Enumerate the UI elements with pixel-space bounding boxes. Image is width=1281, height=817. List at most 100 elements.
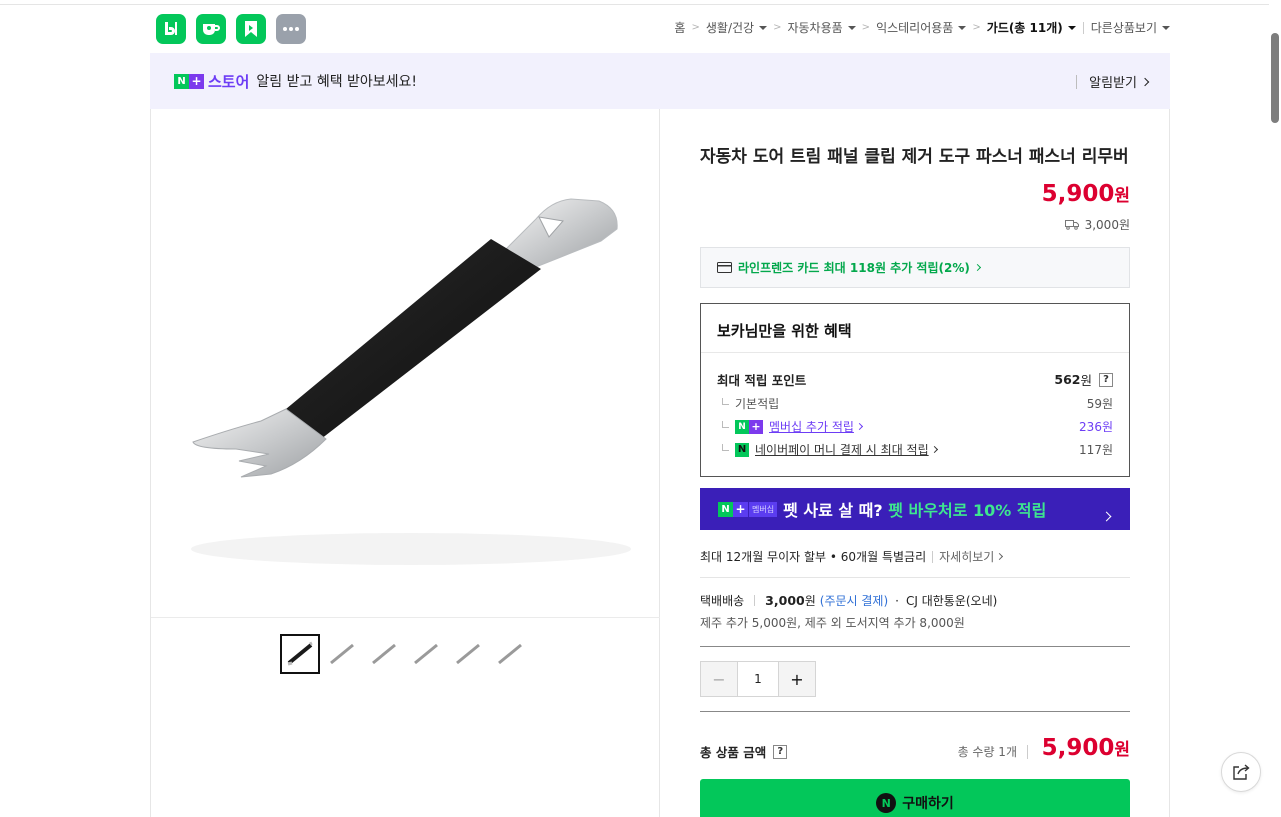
npay-points-link[interactable]: 네이버페이 머니 결제 시 최대 적립 [755,441,929,458]
cafe-icon[interactable] [196,14,226,44]
npay-points-label-wrap: N 네이버페이 머니 결제 시 최대 적립 [717,441,938,458]
breadcrumb-current[interactable]: 가드(총 11개) [987,19,1076,36]
delivery-carrier: CJ 대한통운(오네) [905,594,998,608]
quantity-stepper: − 1 + [700,661,816,697]
thumbnail-4[interactable] [406,634,446,674]
pet-voucher-promo-banner[interactable]: N + 멤버십 펫 사료 살 때? 펫 바우처로 10% 적립 [700,488,1130,530]
scrollbar[interactable] [1269,0,1281,817]
chevron-right-icon [1140,77,1150,86]
installment-detail-link[interactable]: 자세히보기 [939,548,1004,565]
max-points-row: 최대 적립 포인트 562 원? [717,370,1113,389]
npay-points-value: 117원 [1079,443,1113,457]
caret-down-icon [847,25,856,30]
subscribe-alert-label: 알림받기 [1089,76,1137,91]
basic-points-value: 59원 [1086,397,1113,411]
n-badge: N [735,419,749,434]
total-count-wrap: 총 수량 1개 [958,743,1028,760]
chevron-right-icon [930,445,938,454]
total-price-row: 총 상품 금액? 총 수량 1개 5,900원 [700,735,1130,769]
total-price-label: 총 상품 금액 [700,745,767,760]
product-title: 자동차 도어 트림 패널 클립 제거 도구 파스너 패스너 리무버 [700,147,1129,167]
nplus-badge: N + [735,419,763,434]
other-products-dropdown[interactable]: 다른상품보기 [1091,19,1170,36]
max-points-unit: 원 [1080,373,1092,388]
share-icon [1233,764,1250,780]
total-divider [1027,744,1028,759]
truck-icon [1064,219,1079,230]
product-price: 5,900원 [1042,181,1130,207]
buy-button[interactable]: N 구매하기 [700,779,1130,817]
total-amount-value: 5,900 [1041,735,1115,761]
product-main-image[interactable] [151,109,660,618]
section-divider [700,711,1130,712]
quantity-increase-button[interactable]: + [779,662,815,696]
installment-divider [932,550,934,563]
banner-message: 알림 받고 혜택 받아보세요! [256,74,418,90]
basic-points-label: 기본적립 [735,397,780,411]
total-count: 총 수량 1개 [957,745,1017,759]
card-benefit-link[interactable]: 라인프렌즈 카드 최대 118원 추가 적립(2%) [700,247,1130,288]
chevron-right-icon [1098,505,1112,524]
tree-elbow [722,421,729,428]
basic-points-row: 기본적립 59원 [717,395,1113,412]
max-points-value: 562 [1054,372,1081,387]
delivery-fee: 3,000 [765,593,805,608]
buy-button-label: 구매하기 [902,796,954,812]
caret-down-icon [1162,25,1170,30]
thumbnail-3[interactable] [364,634,404,674]
caret-down-icon [759,25,768,30]
thumbnail-1[interactable] [280,634,320,674]
npay-logo-icon: N [876,793,897,813]
breadcrumb-item-living[interactable]: 생활/건강 [706,19,768,36]
membership-badge: N + 멤버십 [718,501,778,517]
breadcrumb-label: 다른상품보기 [1090,21,1157,35]
membership-badge-text: 멤버십 [749,501,778,517]
card-benefit-text: 라인프렌즈 카드 최대 118원 추가 적립(2%) [738,261,970,275]
help-icon[interactable]: ? [1099,372,1113,387]
chevron-right-icon [855,422,863,431]
thumbnail-5[interactable] [448,634,488,674]
tree-elbow [722,444,729,451]
breadcrumb: 홈 > 생활/건강 > 자동차용품 > 익스테리어용품 > 가드(총 11개) … [674,19,1170,36]
blog-icon[interactable] [156,14,186,44]
store-label: 스토어 [208,72,250,91]
thumbnail-6[interactable] [490,634,530,674]
shipping-fee: 3,000원 [1064,216,1130,233]
more-icon[interactable] [276,14,306,44]
n-badge: N [718,501,733,517]
chevron-right-icon [996,552,1004,561]
quantity-decrease-button[interactable]: − [701,662,737,696]
membership-points-row: N + 멤버십 추가 적립 236원 [717,418,1113,435]
total-price-label-wrap: 총 상품 금액? [700,742,788,761]
section-divider [700,577,1130,578]
caret-down-icon [958,25,967,30]
scrollbar-thumb[interactable] [1271,33,1279,123]
total-amount-unit: 원 [1114,740,1130,760]
subscribe-alert-button[interactable]: 알림받기 [1076,72,1150,91]
membership-points-label-wrap: N + 멤버십 추가 적립 [717,418,863,435]
delivery-method: 택배배송 [700,594,745,608]
delivery-divider [754,595,756,606]
help-icon[interactable]: ? [773,744,788,759]
delivery-dot: · [895,593,899,608]
max-points-label: 최대 적립 포인트 [717,373,807,388]
shipping-fee-value: 3,000원 [1084,218,1130,232]
breadcrumb-item-car[interactable]: 자동차용품 [787,19,856,36]
quantity-input[interactable]: 1 [737,662,779,696]
breadcrumb-item-exterior[interactable]: 익스테리어용품 [876,19,967,36]
share-button[interactable] [1221,752,1261,792]
breadcrumb-label: 자동차용품 [787,21,843,35]
benefit-heading: 보카님만을 위한 혜택 [701,304,1129,353]
thumbnail-2[interactable] [322,634,362,674]
tree-elbow [722,398,729,405]
n-badge: N [174,73,189,89]
delivery-payment-timing: (주문시 결제) [819,594,889,608]
delivery-fee-unit: 원 [804,594,816,608]
installment-info: 최대 12개월 무이자 할부 • 60개월 특별금리 자세히보기 [700,548,1004,565]
max-points-amount: 562 원? [1054,370,1113,389]
membership-points-link[interactable]: 멤버십 추가 적립 [769,418,854,435]
bookmark-icon[interactable] [236,14,266,44]
promo-text: 펫 사료 살 때? 펫 바우처로 10% 적립 [783,497,1046,521]
promo-highlight-text: 펫 바우처로 10% 적립 [888,501,1047,520]
breadcrumb-home[interactable]: 홈 [674,19,685,36]
